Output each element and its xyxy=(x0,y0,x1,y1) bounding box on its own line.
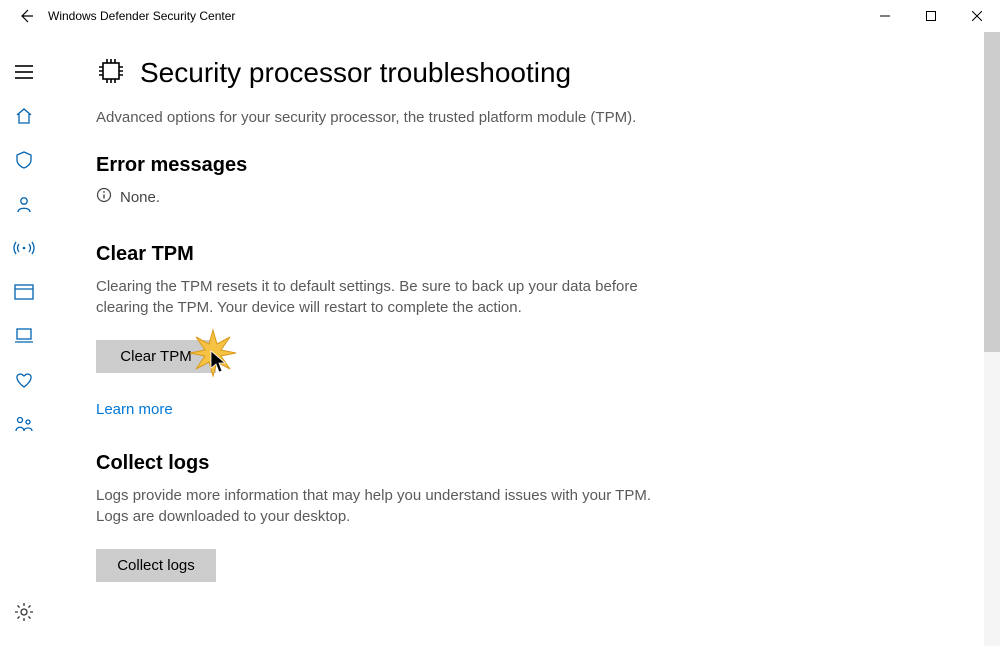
arrow-left-icon xyxy=(18,8,34,24)
laptop-icon xyxy=(14,327,34,345)
collect-logs-button[interactable]: Collect logs xyxy=(96,549,216,582)
sidebar xyxy=(0,32,48,646)
window-controls xyxy=(862,0,1000,32)
chip-icon xyxy=(96,56,126,89)
hamburger-button[interactable] xyxy=(0,50,48,94)
clear-tpm-body: Clearing the TPM resets it to default se… xyxy=(96,276,666,318)
page-title-row: Security processor troubleshooting xyxy=(96,56,960,89)
nav-device-security[interactable] xyxy=(0,314,48,358)
nav-firewall[interactable] xyxy=(0,226,48,270)
scrollbar-thumb[interactable] xyxy=(984,32,1000,352)
page-subtitle: Advanced options for your security proce… xyxy=(96,107,656,128)
nav-app-browser[interactable] xyxy=(0,270,48,314)
clear-tpm-button[interactable]: Clear TPM xyxy=(96,340,216,373)
family-icon xyxy=(13,414,35,434)
learn-more-link[interactable]: Learn more xyxy=(96,401,173,418)
collect-logs-body: Logs provide more information that may h… xyxy=(96,485,666,527)
scrollbar[interactable] xyxy=(984,32,1000,646)
clear-tpm-heading: Clear TPM xyxy=(96,243,960,266)
nav-home[interactable] xyxy=(0,94,48,138)
errors-row: None. xyxy=(96,187,960,207)
collect-logs-heading: Collect logs xyxy=(96,452,960,475)
errors-message: None. xyxy=(120,189,160,206)
errors-heading: Error messages xyxy=(96,154,960,177)
titlebar: Windows Defender Security Center xyxy=(0,0,1000,32)
maximize-button[interactable] xyxy=(908,0,954,32)
home-icon xyxy=(14,106,34,126)
window-title: Windows Defender Security Center xyxy=(44,9,235,23)
minimize-button[interactable] xyxy=(862,0,908,32)
page-title: Security processor troubleshooting xyxy=(140,57,571,89)
info-icon xyxy=(96,187,112,207)
shield-icon xyxy=(14,150,34,170)
maximize-icon xyxy=(926,11,936,21)
window-icon xyxy=(14,283,34,301)
heart-health-icon xyxy=(13,371,35,389)
nav-virus-protection[interactable] xyxy=(0,138,48,182)
back-button[interactable] xyxy=(8,0,44,32)
gear-icon xyxy=(14,602,34,622)
nav-account-protection[interactable] xyxy=(0,182,48,226)
close-icon xyxy=(972,11,982,21)
hamburger-icon xyxy=(15,65,33,79)
minimize-icon xyxy=(880,11,890,21)
content-area: Security processor troubleshooting Advan… xyxy=(48,32,1000,646)
nav-family-options[interactable] xyxy=(0,402,48,446)
nav-settings[interactable] xyxy=(0,590,48,634)
nav-device-performance[interactable] xyxy=(0,358,48,402)
account-icon xyxy=(14,194,34,214)
close-button[interactable] xyxy=(954,0,1000,32)
signal-icon xyxy=(13,238,35,258)
